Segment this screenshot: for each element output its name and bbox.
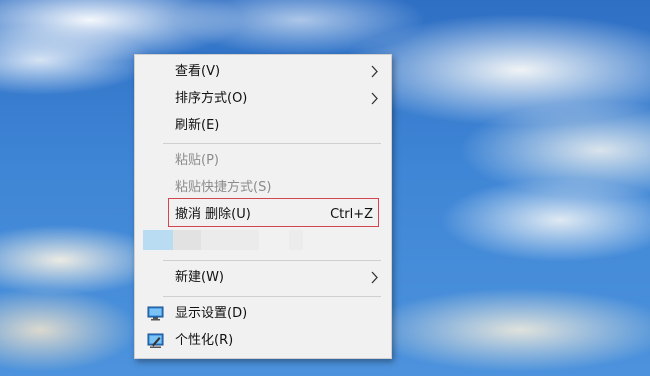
chevron-right-icon <box>371 65 378 78</box>
menu-item-sort-by[interactable]: 排序方式(O) <box>135 85 391 112</box>
blurred-icon <box>143 230 173 250</box>
blurred-menu-item <box>143 230 313 250</box>
blurred-text <box>201 230 259 250</box>
chevron-right-icon <box>371 92 378 105</box>
menu-separator <box>163 296 381 297</box>
menu-item-new-label: 新建(W) <box>175 270 224 285</box>
menu-item-display-settings-label: 显示设置(D) <box>175 306 248 321</box>
blurred-text <box>289 230 303 250</box>
highlight-annotation-box <box>168 198 379 227</box>
menu-item-personalize-label: 个性化(R) <box>175 333 234 348</box>
blurred-text <box>173 230 201 250</box>
menu-item-sort-by-label: 排序方式(O) <box>175 91 248 106</box>
menu-item-paste-shortcut-label: 粘贴快捷方式(S) <box>175 180 272 195</box>
menu-item-personalize[interactable]: 个性化(R) <box>135 327 391 354</box>
menu-item-paste-shortcut: 粘贴快捷方式(S) <box>135 174 391 201</box>
personalize-icon <box>147 333 164 348</box>
menu-item-paste: 粘贴(P) <box>135 147 391 174</box>
menu-item-refresh-label: 刷新(E) <box>175 118 220 133</box>
menu-separator <box>163 143 381 144</box>
menu-item-paste-label: 粘贴(P) <box>175 153 219 168</box>
display-settings-icon <box>147 306 164 321</box>
menu-item-view[interactable]: 查看(V) <box>135 58 391 85</box>
menu-separator <box>163 260 381 261</box>
menu-item-view-label: 查看(V) <box>175 64 221 79</box>
chevron-right-icon <box>371 271 378 284</box>
menu-item-refresh[interactable]: 刷新(E) <box>135 112 391 139</box>
menu-item-display-settings[interactable]: 显示设置(D) <box>135 300 391 327</box>
menu-item-new[interactable]: 新建(W) <box>135 264 391 291</box>
desktop-context-menu: 查看(V) 排序方式(O) 刷新(E) 粘贴(P) 粘贴快捷方式(S) 撤消 删… <box>134 54 392 359</box>
